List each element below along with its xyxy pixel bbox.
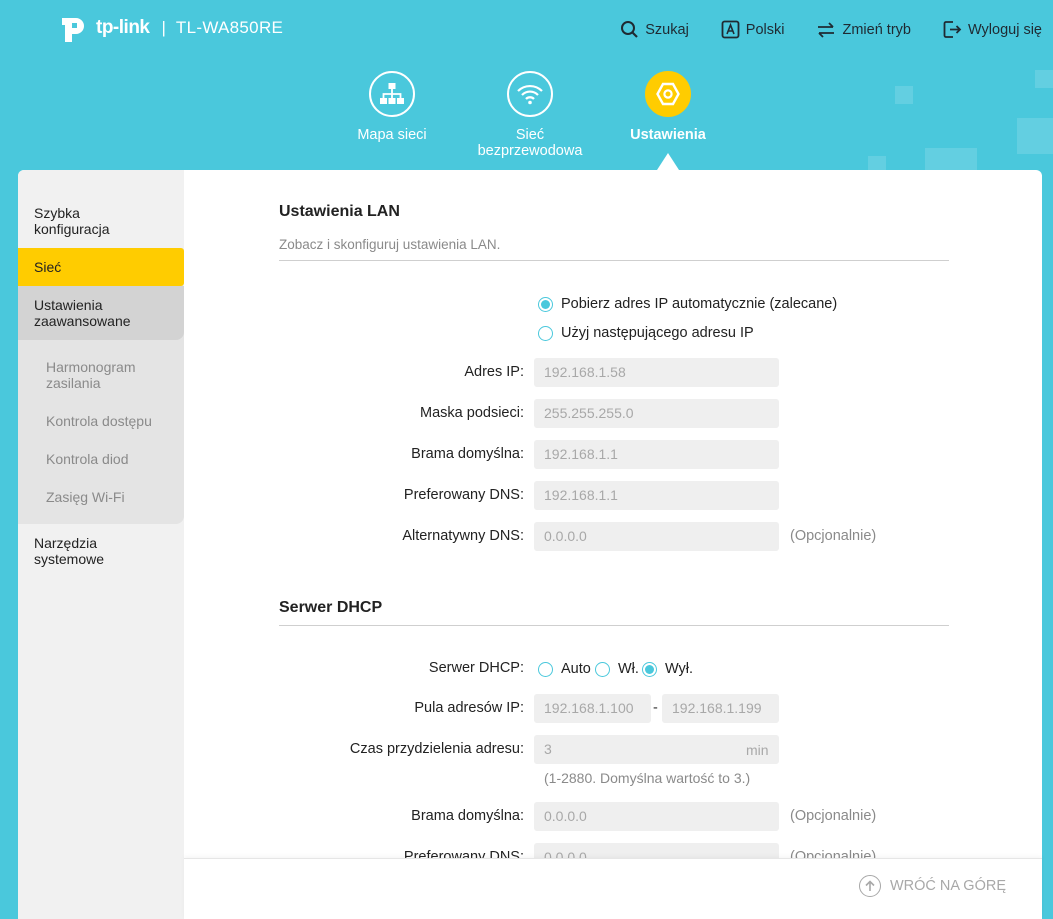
preferred-dns-label: Preferowany DNS: xyxy=(403,487,524,503)
subnet-mask-label: Maska podsieci: xyxy=(420,405,524,421)
radio-dhcp-auto[interactable] xyxy=(538,661,553,677)
sidebar: Szybka konfiguracja Sieć Ustawienia zaaw… xyxy=(18,170,184,919)
search-button[interactable]: Szukaj xyxy=(620,20,689,39)
radio-manual-ip-row[interactable]: Użyj następującego adresu IP xyxy=(538,325,754,341)
logout-button[interactable]: Wyloguj się xyxy=(943,20,1042,39)
footer-bar: WRÓĆ NA GÓRĘ xyxy=(184,858,1042,919)
dhcp-gateway-optional: (Opcjonalnie) xyxy=(790,808,877,824)
tab-settings[interactable]: Ustawienia xyxy=(627,71,709,143)
ip-pool-end-field[interactable]: 192.168.1.199 xyxy=(662,694,779,723)
sidebar-item-advanced[interactable]: Ustawienia zaawansowane xyxy=(18,286,184,340)
tab-wireless[interactable]: Sieć bezprzewodowa xyxy=(462,71,598,159)
tab-network-map-label: Mapa sieci xyxy=(357,127,427,143)
language-icon xyxy=(721,20,740,39)
radio-dhcp-off[interactable] xyxy=(642,661,657,677)
swap-arrows-icon xyxy=(818,21,835,38)
lease-time-hint: (1-2880. Domyślna wartość to 3.) xyxy=(544,770,751,786)
dhcp-auto-row[interactable]: Auto xyxy=(538,661,591,677)
tab-settings-label: Ustawienia xyxy=(630,127,706,143)
logout-icon xyxy=(943,21,962,38)
logo-text: tp-link xyxy=(96,17,150,38)
radio-dhcp-auto-label: Auto xyxy=(561,661,591,677)
switch-mode-button[interactable]: Zmień tryb xyxy=(816,20,911,39)
search-icon xyxy=(621,21,639,38)
back-to-top-button[interactable]: WRÓĆ NA GÓRĘ xyxy=(858,875,1006,897)
model-name: TL-WA850RE xyxy=(175,18,284,37)
divider xyxy=(279,625,949,626)
lan-section-title: Ustawienia LAN xyxy=(279,203,400,220)
logo-separator: | xyxy=(161,18,166,37)
language-label: Polski xyxy=(745,21,785,38)
radio-dhcp-off-label: Wył. xyxy=(665,661,694,677)
lease-time-unit: min xyxy=(746,742,769,758)
ip-pool-dash: - xyxy=(653,700,658,716)
dhcp-off-row[interactable]: Wył. xyxy=(642,661,693,677)
switch-mode-label: Zmień tryb xyxy=(842,21,911,38)
dhcp-gateway-label: Brama domyślna: xyxy=(411,808,524,824)
tab-wireless-label: Sieć bezprzewodowa xyxy=(477,127,583,159)
dhcp-section-title: Serwer DHCP xyxy=(279,599,383,616)
sidebar-item-system-tools[interactable]: Narzędzia systemowe xyxy=(18,534,184,568)
default-gateway-label: Brama domyślna: xyxy=(411,446,524,462)
radio-auto-ip[interactable] xyxy=(538,296,553,312)
sidebar-group-advanced: Ustawienia zaawansowane Harmonogram zasi… xyxy=(18,286,184,524)
radio-auto-ip-label: Pobierz adres IP automatycznie (zalecane… xyxy=(561,296,838,312)
back-to-top-label: WRÓĆ NA GÓRĘ xyxy=(889,878,1006,894)
settings-gear-icon xyxy=(645,71,691,117)
subnet-mask-field[interactable]: 255.255.255.0 xyxy=(534,399,779,428)
brand-logo[interactable]: tp-link | TL-WA850RE xyxy=(54,10,283,46)
radio-dhcp-on-label: Wł. xyxy=(618,661,639,677)
lease-time-label: Czas przydzielenia adresu: xyxy=(349,741,524,757)
ip-address-field[interactable]: 192.168.1.58 xyxy=(534,358,779,387)
preferred-dns-field[interactable]: 192.168.1.1 xyxy=(534,481,779,510)
dhcp-on-row[interactable]: Wł. xyxy=(595,661,639,677)
sidebar-item-quick-setup[interactable]: Szybka konfiguracja xyxy=(18,204,184,238)
arrow-up-icon xyxy=(858,875,881,897)
main-card: Szybka konfiguracja Sieć Ustawienia zaaw… xyxy=(18,170,1042,919)
ip-pool-label: Pula adresów IP: xyxy=(414,700,524,716)
tp-link-logo-icon xyxy=(54,10,92,46)
sidebar-item-wifi-coverage[interactable]: Zasięg Wi-Fi xyxy=(46,489,125,505)
top-nav: Szukaj Polski Zmień tryb Wyloguj się xyxy=(588,20,1042,39)
network-map-icon xyxy=(369,71,415,117)
radio-dhcp-on[interactable] xyxy=(595,661,610,677)
main-nav: Mapa sieci Sieć bezprzewodowa Ustawienia xyxy=(0,71,1053,171)
ip-pool-start-field[interactable]: 192.168.1.100 xyxy=(534,694,651,723)
lease-time-field[interactable]: 3 xyxy=(534,735,779,764)
divider xyxy=(279,260,949,261)
lan-section-description: Zobacz i skonfiguruj ustawienia LAN. xyxy=(279,237,501,252)
sidebar-item-access-control[interactable]: Kontrola dostępu xyxy=(46,413,152,429)
radio-manual-ip-label: Użyj następującego adresu IP xyxy=(561,325,754,341)
active-tab-pointer xyxy=(657,153,679,170)
radio-auto-ip-row[interactable]: Pobierz adres IP automatycznie (zalecane… xyxy=(538,296,837,312)
dhcp-gateway-field[interactable]: 0.0.0.0 xyxy=(534,802,779,831)
sidebar-item-power-schedule[interactable]: Harmonogram zasilania xyxy=(46,359,135,391)
logout-label: Wyloguj się xyxy=(967,21,1042,38)
content-area: Ustawienia LAN Zobacz i skonfiguruj usta… xyxy=(184,170,1042,919)
dhcp-server-label: Serwer DHCP: xyxy=(428,660,524,676)
tab-network-map[interactable]: Mapa sieci xyxy=(356,71,428,143)
header: tp-link | TL-WA850RE Szukaj Polski Zmień… xyxy=(0,0,1053,185)
default-gateway-field[interactable]: 192.168.1.1 xyxy=(534,440,779,469)
alternate-dns-label: Alternatywny DNS: xyxy=(402,528,524,544)
wifi-icon xyxy=(507,71,553,117)
sidebar-item-network[interactable]: Sieć xyxy=(18,248,184,286)
sidebar-item-led-control[interactable]: Kontrola diod xyxy=(46,451,129,467)
ip-address-label: Adres IP: xyxy=(464,364,524,380)
radio-manual-ip[interactable] xyxy=(538,325,553,341)
alternate-dns-field[interactable]: 0.0.0.0 xyxy=(534,522,779,551)
alternate-dns-optional: (Opcjonalnie) xyxy=(790,528,877,544)
language-button[interactable]: Polski xyxy=(721,20,785,39)
search-label: Szukaj xyxy=(645,21,689,38)
